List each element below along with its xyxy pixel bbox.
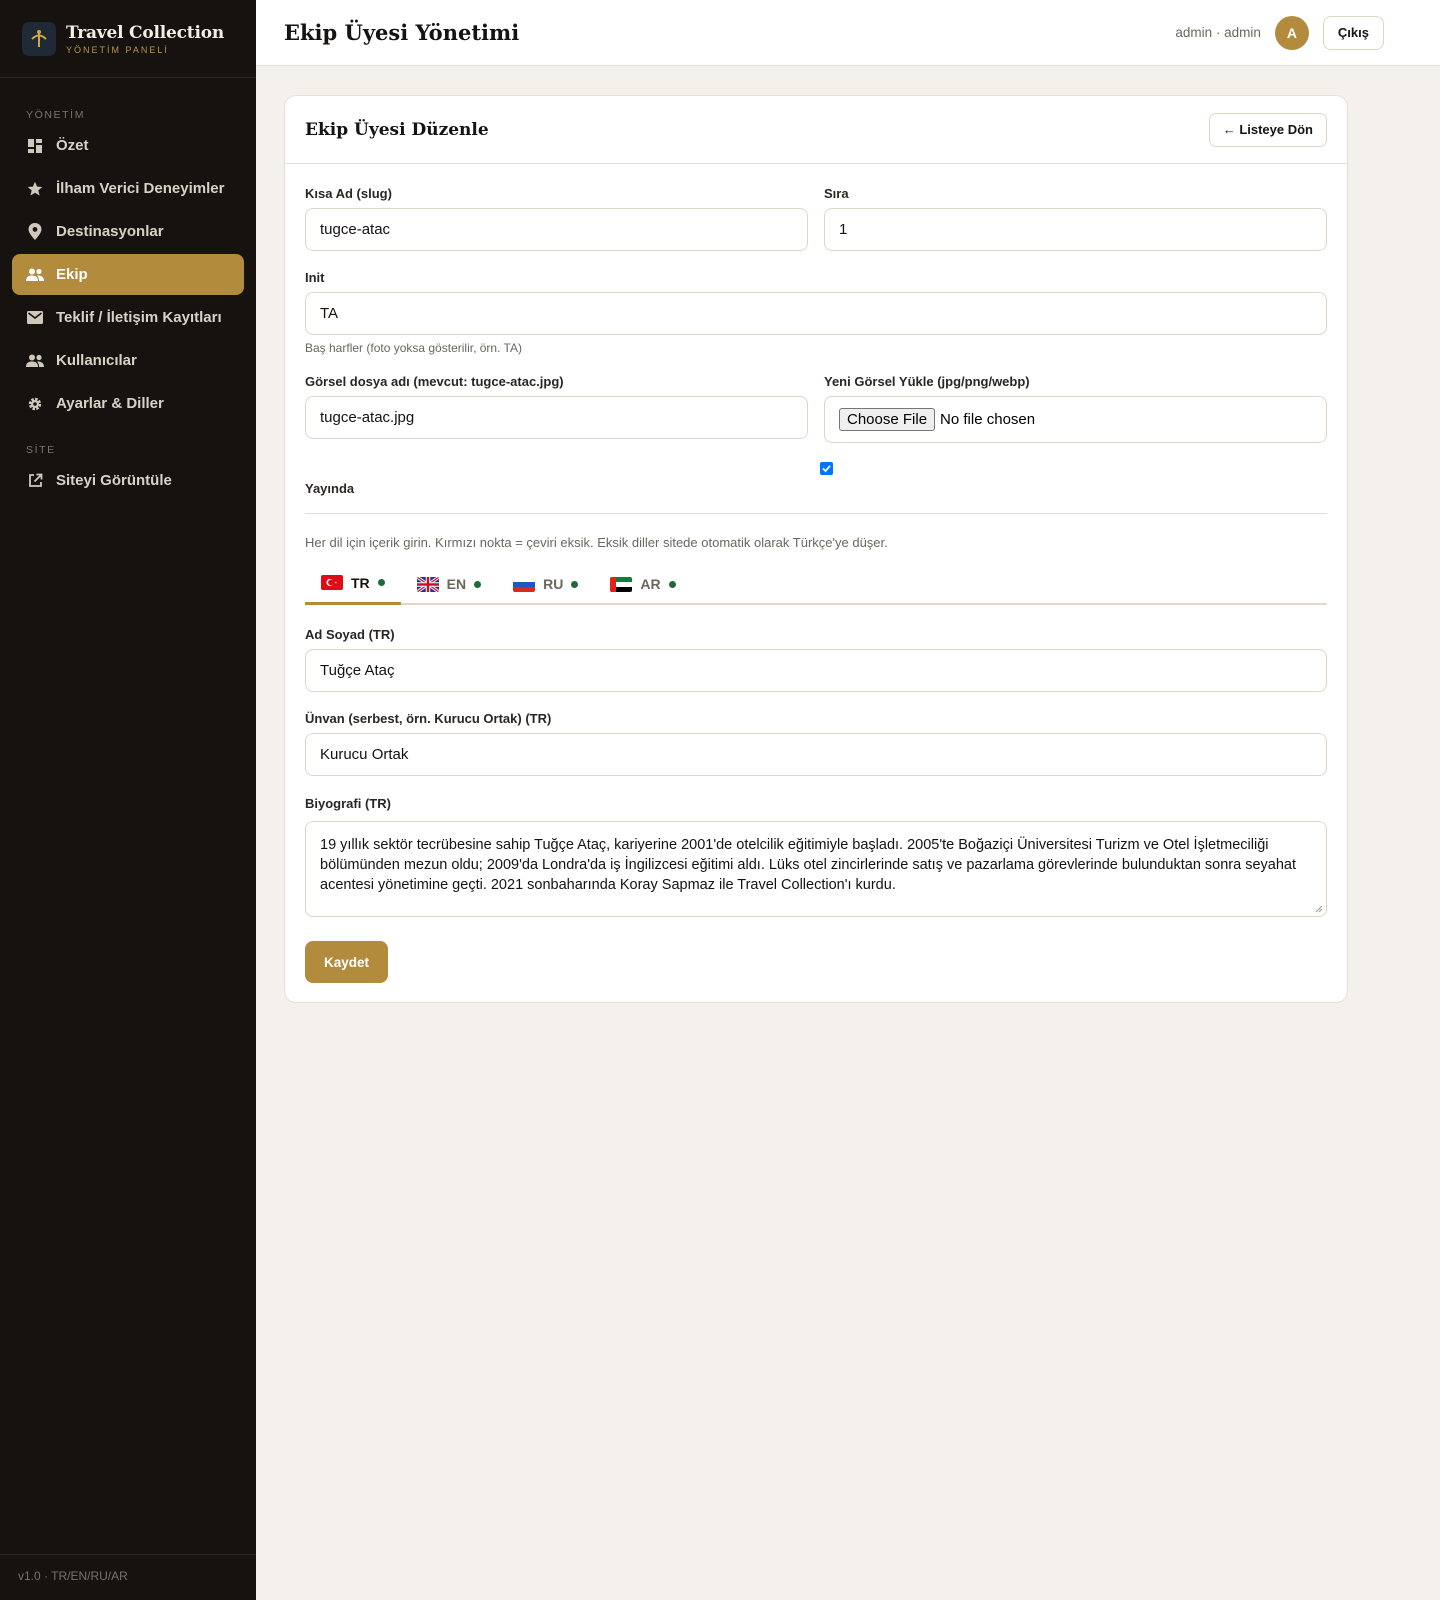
sidebar-item-label: Siteyi Görüntüle (56, 472, 172, 489)
sidebar-item-team[interactable]: Ekip (12, 254, 244, 295)
tab-ar[interactable]: AR (594, 563, 691, 605)
order-label: Sıra (824, 186, 849, 201)
external-link-icon (26, 472, 44, 490)
nav-section-site: SİTE (26, 444, 56, 456)
flag-en-icon (416, 576, 439, 592)
published-label: Yayında (305, 481, 355, 496)
choose-file-button[interactable]: Choose File (839, 408, 936, 431)
name-input[interactable]: Tuğçe Ataç (305, 649, 1327, 692)
tab-label: TR (351, 574, 370, 591)
image-label: Görsel dosya adı (mevcut: tugce-atac.jpg… (305, 374, 564, 389)
bio-text: 19 yıllık sektör tecrübesine sahip Tuğçe… (320, 837, 1297, 893)
mail-icon (26, 309, 44, 327)
sidebar-item-label: Kullanıcılar (56, 352, 137, 369)
flag-ar-icon (610, 576, 633, 592)
title-label: Ünvan (serbest, örn. Kurucu Ortak) (TR) (305, 711, 552, 726)
published-checkbox[interactable] (820, 462, 833, 475)
map-pin-icon (26, 223, 44, 241)
star-icon (26, 180, 44, 198)
file-upload-input[interactable]: Choose File No file chosen (824, 396, 1327, 443)
brand-subtitle: YÖNETİM PANELİ (66, 44, 169, 55)
language-tabs: TR EN RU AR (305, 563, 1327, 605)
nav-section-manage: YÖNETİM (26, 109, 86, 121)
sidebar-item-destinations[interactable]: Destinasyonlar (12, 211, 244, 252)
sidebar-item-label: İlham Verici Deneyimler (56, 180, 225, 197)
title-input[interactable]: Kurucu Ortak (305, 733, 1327, 776)
card-title: Ekip Üyesi Düzenle (305, 119, 489, 140)
sidebar: Travel Collection YÖNETİM PANELİ YÖNETİM… (0, 0, 256, 1600)
sidebar-item-settings[interactable]: Ayarlar & Diller (12, 383, 244, 424)
brand-logo-icon (22, 21, 56, 56)
back-to-list-button[interactable]: ← Listeye Dön (1208, 112, 1327, 147)
translation-status-dot (668, 580, 676, 588)
edit-card: Ekip Üyesi Düzenle ← Listeye Dön Kısa Ad… (284, 95, 1348, 1003)
sidebar-item-users[interactable]: Kullanıcılar (12, 340, 244, 381)
sidebar-item-label: Ekip (56, 266, 88, 283)
flag-ru-icon (513, 576, 536, 592)
sidebar-item-label: Özet (56, 137, 89, 154)
init-input[interactable]: TA (305, 292, 1327, 335)
bio-textarea[interactable]: 19 yıllık sektör tecrübesine sahip Tuğçe… (305, 821, 1327, 917)
bio-label: Biyografi (TR) (305, 796, 391, 811)
init-help: Baş harfler (foto yoksa gösterilir, örn.… (305, 341, 522, 355)
tab-label: EN (446, 576, 467, 592)
init-label: Init (305, 270, 325, 285)
gear-icon (26, 395, 44, 413)
file-status: No file chosen (940, 411, 1036, 428)
sidebar-item-experiences[interactable]: İlham Verici Deneyimler (12, 168, 244, 209)
sidebar-item-requests[interactable]: Teklif / İletişim Kayıtları (12, 297, 244, 338)
flag-tr-icon (321, 575, 343, 590)
translation-status-dot (474, 580, 482, 588)
brand[interactable]: Travel Collection YÖNETİM PANELİ (0, 0, 256, 78)
image-filename-input[interactable]: tugce-atac.jpg (305, 396, 808, 439)
slug-input[interactable]: tugce-atac (305, 208, 808, 251)
tab-ru[interactable]: RU (497, 563, 594, 605)
tab-en[interactable]: EN (401, 563, 497, 605)
save-button[interactable]: Kaydet (305, 941, 388, 983)
translation-status-dot (377, 579, 385, 586)
sidebar-item-view-site[interactable]: Siteyi Görüntüle (12, 460, 244, 501)
divider (305, 513, 1327, 514)
tab-tr[interactable]: TR (305, 563, 401, 605)
people-icon (26, 266, 44, 284)
tab-label: AR (640, 576, 661, 592)
upload-label: Yeni Görsel Yükle (jpg/png/webp) (824, 374, 1030, 389)
order-input[interactable]: 1 (824, 208, 1327, 251)
translation-status-dot (571, 580, 579, 588)
dashboard-icon (26, 137, 44, 155)
resize-handle-icon[interactable] (1315, 905, 1323, 913)
name-label: Ad Soyad (TR) (305, 627, 395, 642)
page-title: Ekip Üyesi Yönetimi (284, 20, 520, 45)
check-icon (822, 465, 831, 473)
language-note: Her dil için içerik girin. Kırmızı nokta… (305, 535, 888, 550)
sidebar-item-label: Ayarlar & Diller (56, 395, 164, 412)
sidebar-item-label: Destinasyonlar (56, 223, 164, 240)
logout-button[interactable]: Çıkış (1322, 15, 1384, 50)
slug-label: Kısa Ad (slug) (305, 186, 392, 201)
sidebar-item-overview[interactable]: Özet (12, 125, 244, 166)
avatar[interactable]: A (1274, 15, 1309, 50)
sidebar-footer: v1.0 · TR/EN/RU/AR (0, 1554, 256, 1600)
tab-label: RU (543, 576, 564, 592)
sidebar-item-label: Teklif / İletişim Kayıtları (56, 309, 222, 326)
user-label: admin · admin (1175, 25, 1261, 40)
brand-title: Travel Collection (66, 22, 225, 43)
topbar: Ekip Üyesi Yönetimi admin · admin A Çıkı… (256, 0, 1440, 66)
users-icon (26, 352, 44, 370)
